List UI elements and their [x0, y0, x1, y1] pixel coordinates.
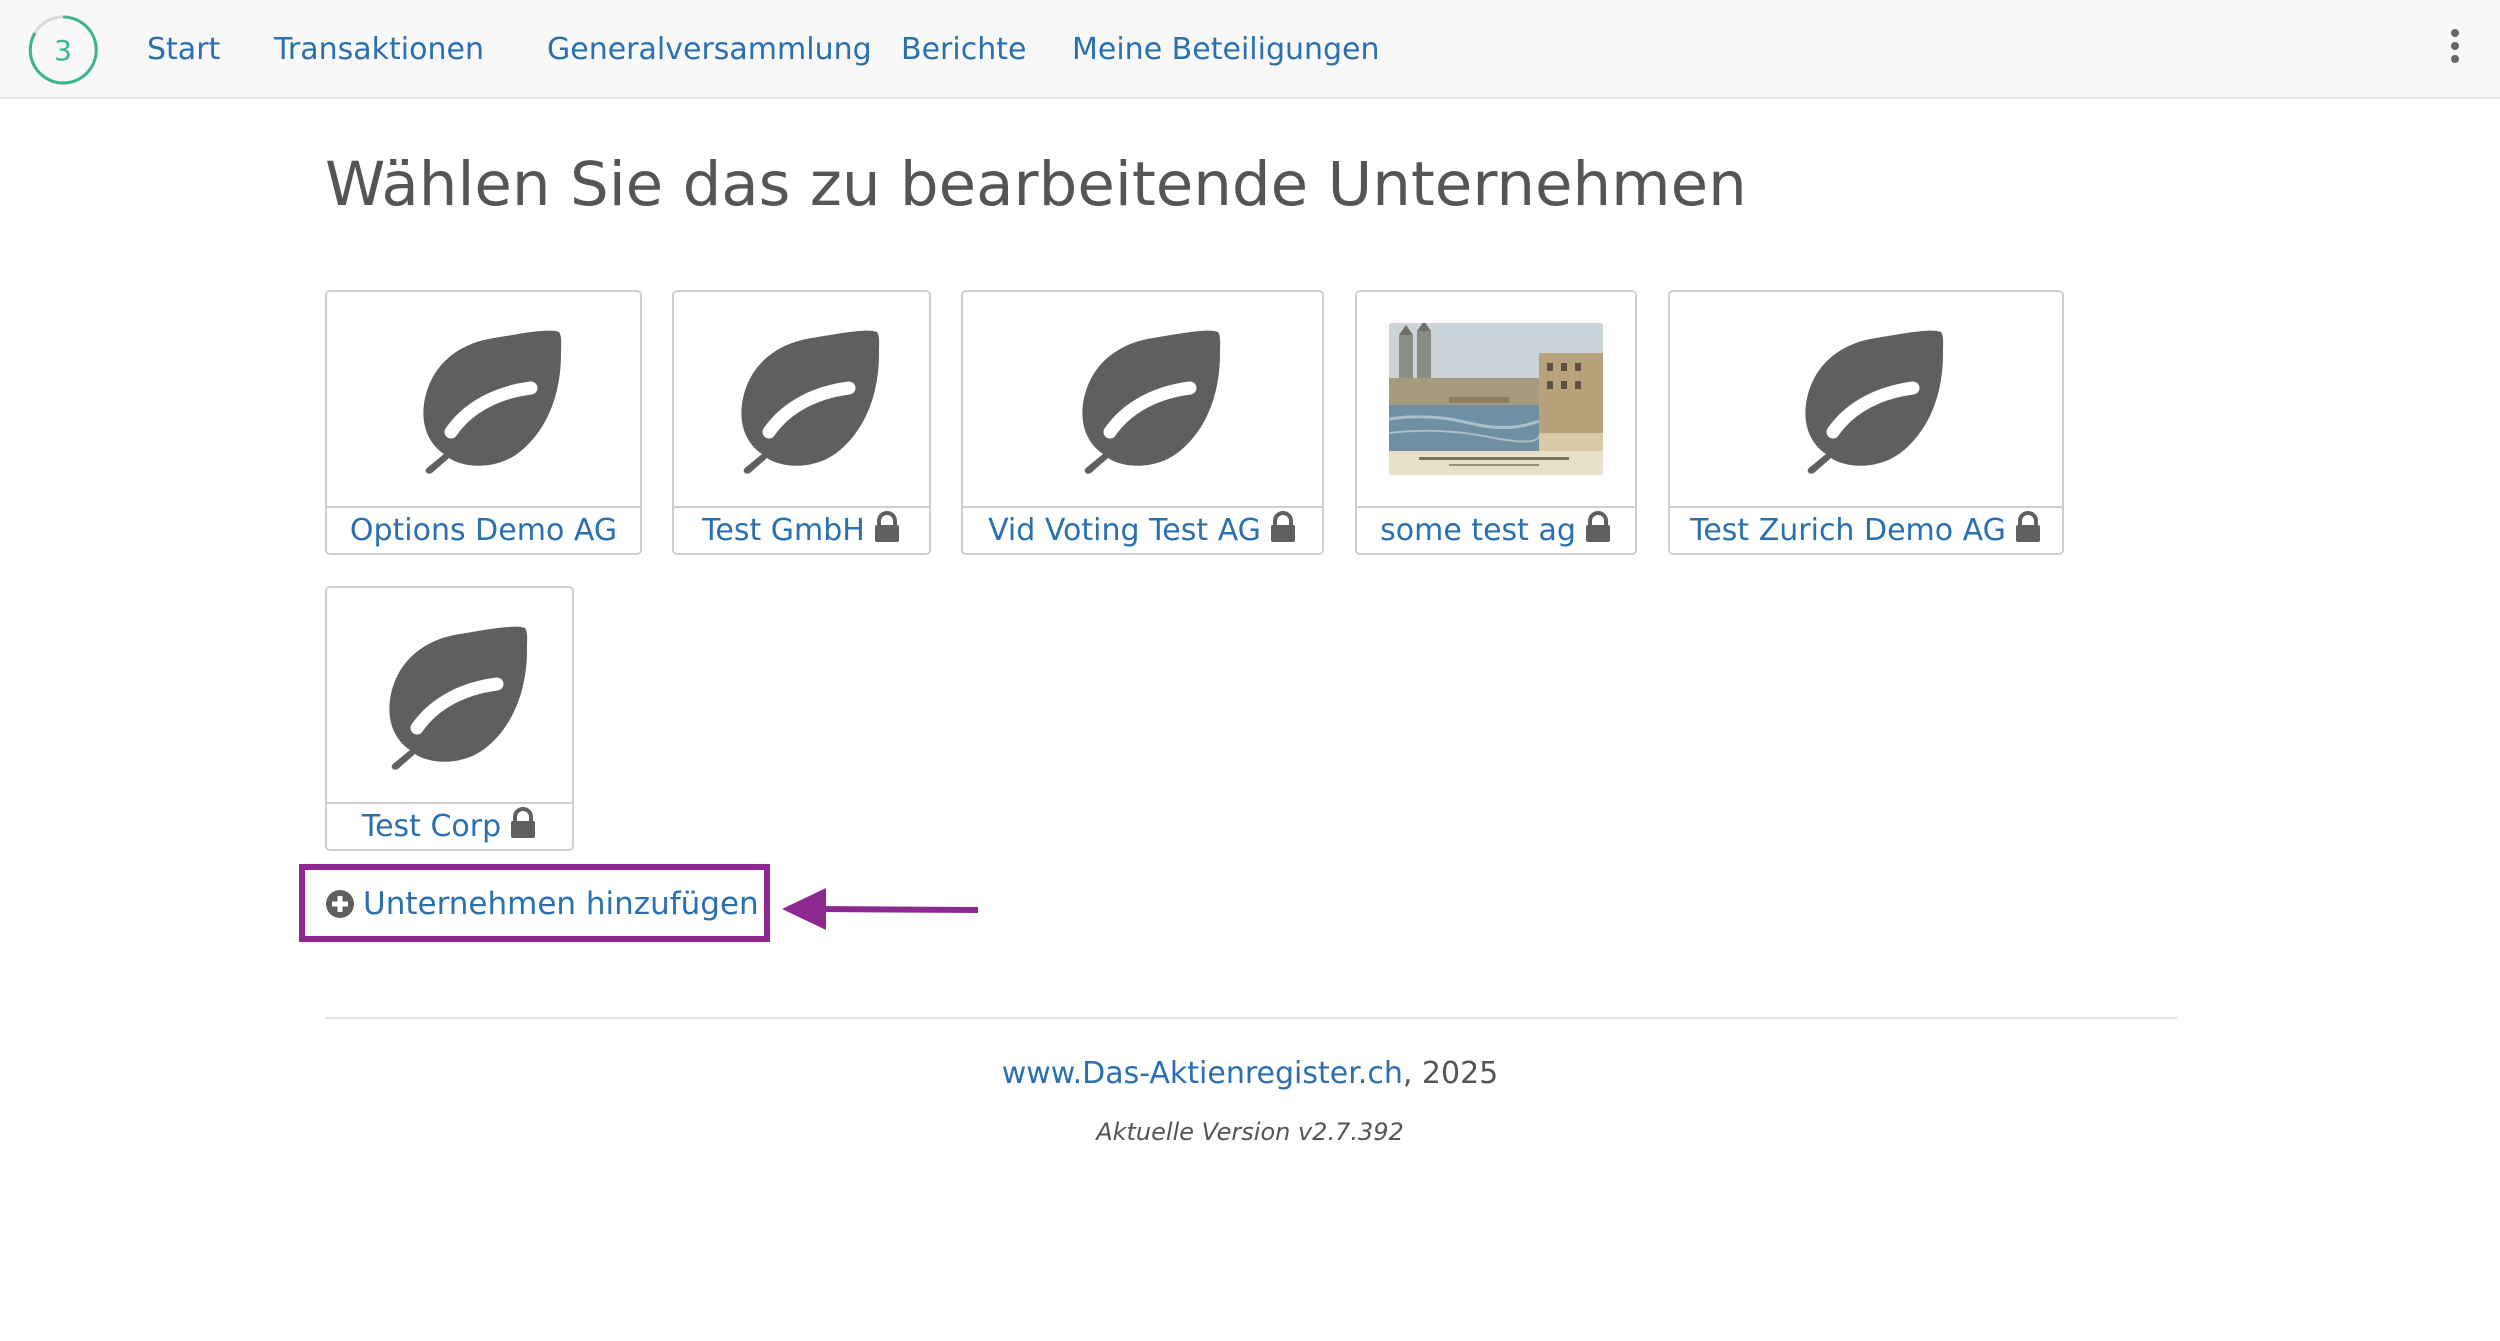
company-name-text: Options Demo AG [349, 513, 618, 548]
company-name[interactable]: Test GmbH [674, 508, 929, 554]
company-card-some-test-ag[interactable]: some test ag [1355, 290, 1637, 555]
footer-divider [325, 1017, 2177, 1019]
lock-icon [1584, 511, 1612, 543]
leaf-icon [717, 324, 887, 474]
company-card-test-corp[interactable]: Test Corp [325, 586, 574, 851]
company-name[interactable]: Vid Voting Test AG [963, 508, 1322, 554]
company-card-test-gmbh[interactable]: Test GmbH [672, 290, 931, 555]
nav-start[interactable]: Start [147, 28, 220, 72]
footer-copyright: www.Das-Aktienregister.ch, 2025 [0, 1052, 2500, 1096]
plus-circle-icon [326, 890, 354, 918]
footer-year: , 2025 [1402, 1056, 1499, 1091]
leaf-icon [1058, 324, 1228, 474]
lock-icon [1269, 511, 1297, 543]
lock-icon [2014, 511, 2042, 543]
page: 3 Start Transaktionen Generalversammlung… [0, 0, 2500, 1341]
company-name[interactable]: Test Zurich Demo AG [1670, 508, 2062, 554]
company-name[interactable]: some test ag [1357, 508, 1635, 554]
leaf-icon [399, 324, 569, 474]
company-name-text: Vid Voting Test AG [988, 513, 1261, 548]
company-name-text: some test ag [1380, 513, 1576, 548]
company-name[interactable]: Options Demo AG [327, 508, 640, 554]
company-thumbnail [1670, 292, 2062, 508]
nav-transaktionen[interactable]: Transaktionen [274, 28, 484, 72]
company-name[interactable]: Test Corp [327, 804, 572, 850]
add-company-link[interactable]: Unternehmen hinzufügen [325, 882, 759, 926]
leaf-icon [365, 620, 535, 770]
company-name-text: Test GmbH [702, 513, 865, 548]
nav-meine-beteiligungen[interactable]: Meine Beteiligungen [1072, 28, 1380, 72]
company-thumbnail [963, 292, 1322, 508]
vertical-ellipsis-icon[interactable] [2443, 26, 2467, 66]
footer-site-link[interactable]: www.Das-Aktienregister.ch [1002, 1056, 1403, 1091]
nav-berichte[interactable]: Berichte [901, 28, 1026, 72]
page-title: Wählen Sie das zu bearbeitende Unternehm… [325, 149, 1747, 220]
annotation-arrow-icon [782, 888, 979, 930]
company-thumbnail [327, 588, 572, 804]
company-thumbnail [327, 292, 640, 508]
lock-icon [509, 807, 537, 839]
top-navbar: 3 Start Transaktionen Generalversammlung… [0, 0, 2500, 99]
company-thumbnail [1357, 292, 1635, 508]
app-logo[interactable]: 3 [27, 14, 99, 86]
company-thumbnail [674, 292, 929, 508]
company-card-options-demo-ag[interactable]: Options Demo AG [325, 290, 642, 555]
company-name-text: Test Corp [361, 809, 502, 844]
add-company-label: Unternehmen hinzufügen [363, 886, 759, 922]
company-card-vid-voting-test-ag[interactable]: Vid Voting Test AG [961, 290, 1324, 555]
leaf-icon [1781, 324, 1951, 474]
logo-number: 3 [54, 34, 72, 67]
city-photo [1389, 323, 1603, 475]
footer-version: Aktuelle Version v2.7.392 [1096, 1118, 1404, 1146]
company-card-test-zurich-demo-ag[interactable]: Test Zurich Demo AG [1668, 290, 2064, 555]
nav-generalversammlung[interactable]: Generalversammlung [547, 28, 872, 72]
logo-ring-icon: 3 [28, 15, 98, 85]
lock-icon [873, 511, 901, 543]
company-name-text: Test Zurich Demo AG [1690, 513, 2006, 548]
